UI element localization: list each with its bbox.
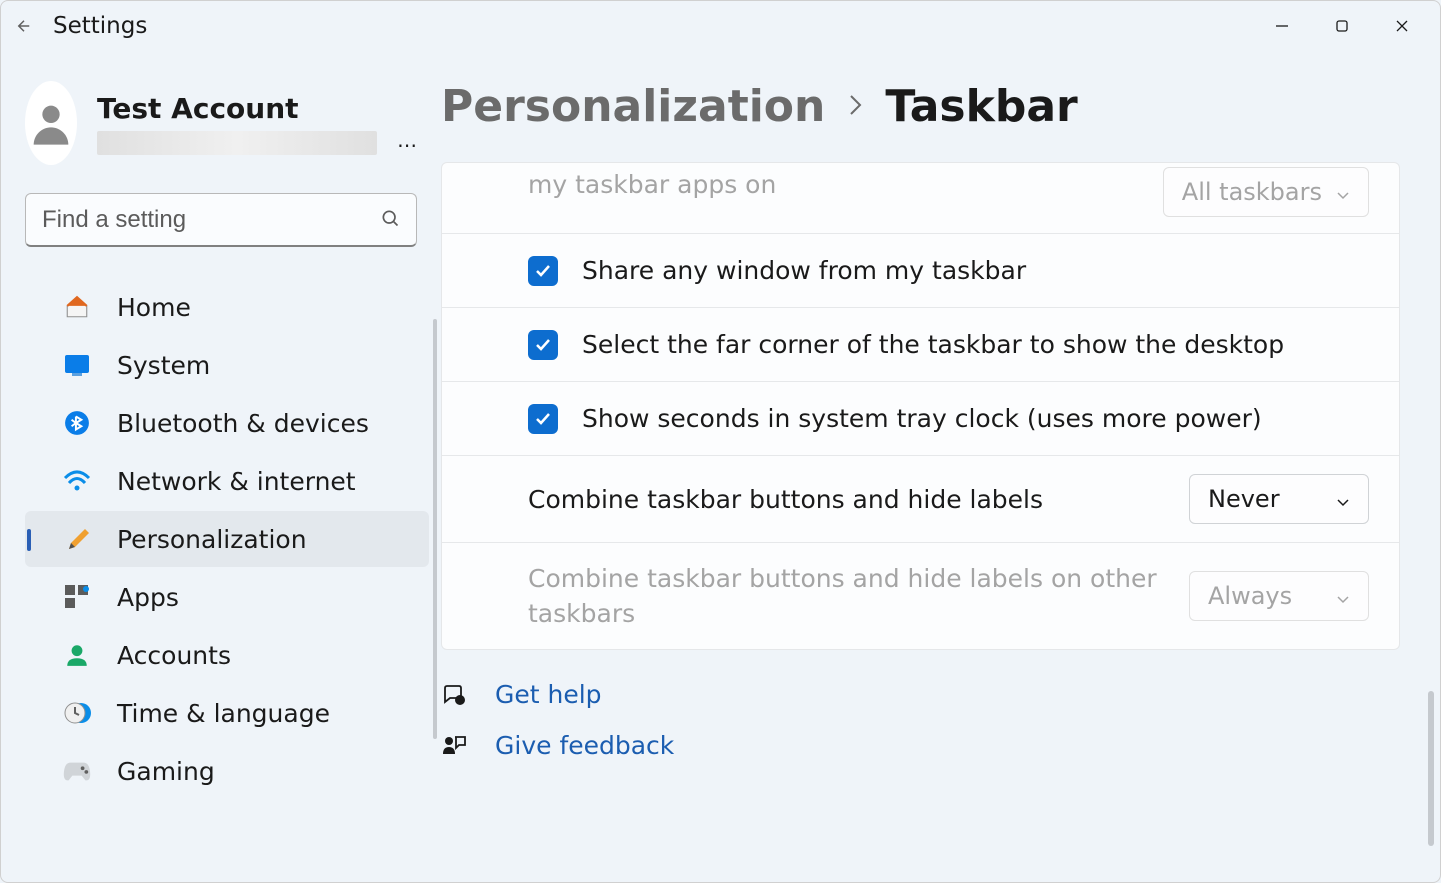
sidebar-item-accounts[interactable]: Accounts [25,627,429,683]
setting-multi-display: my taskbar apps on All taskbars [442,163,1399,233]
setting-show-seconds[interactable]: Show seconds in system tray clock (uses … [442,381,1399,455]
give-feedback-link[interactable]: Give feedback [441,731,1400,760]
close-button[interactable] [1372,6,1432,46]
chevron-down-icon [1336,485,1350,513]
system-icon [63,351,91,379]
personalization-icon [63,525,91,553]
sidebar-item-label: Bluetooth & devices [117,409,369,438]
sidebar-item-label: Personalization [117,525,307,554]
sidebar-item-home[interactable]: Home [25,279,429,335]
back-button[interactable] [9,11,39,41]
nav-list: Home System Bluetooth & devices Network … [1,277,441,882]
settings-card: my taskbar apps on All taskbars Share an… [441,162,1400,650]
sidebar-item-gaming[interactable]: Gaming [25,743,429,799]
sidebar-item-label: Gaming [117,757,215,786]
sidebar-item-label: Accounts [117,641,231,670]
sidebar-item-label: Home [117,293,191,322]
setting-share-window[interactable]: Share any window from my taskbar [442,233,1399,307]
main-content: Personalization Taskbar my taskbar apps … [441,51,1440,882]
sidebar-item-system[interactable]: System [25,337,429,393]
accounts-icon [63,641,91,669]
sidebar-item-label: Time & language [117,699,330,728]
show-seconds-checkbox[interactable] [528,404,558,434]
breadcrumb: Personalization Taskbar [441,81,1400,132]
setting-label: my taskbar apps on [528,167,1143,202]
setting-label: Share any window from my taskbar [582,253,1369,288]
sidebar-item-label: Network & internet [117,467,356,496]
setting-combine-other: Combine taskbar buttons and hide labels … [442,542,1399,649]
share-window-checkbox[interactable] [528,256,558,286]
setting-label: Combine taskbar buttons and hide labels … [528,561,1169,631]
window-controls [1252,6,1432,46]
breadcrumb-current: Taskbar [885,81,1077,132]
sidebar-item-network[interactable]: Network & internet [25,453,429,509]
sidebar-item-apps[interactable]: Apps [25,569,429,625]
setting-far-corner[interactable]: Select the far corner of the taskbar to … [442,307,1399,381]
setting-combine-buttons: Combine taskbar buttons and hide labels … [442,455,1399,542]
sidebar-item-label: System [117,351,210,380]
multi-display-dropdown[interactable]: All taskbars [1163,167,1369,217]
apps-icon [63,583,91,611]
sidebar: Test Account ⋯ Home [1,51,441,882]
feedback-icon [441,734,467,758]
page-scrollbar[interactable] [1428,691,1434,846]
far-corner-checkbox[interactable] [528,330,558,360]
get-help-link[interactable]: ? Get help [441,680,1400,709]
app-title: Settings [53,13,147,39]
wifi-icon [63,467,91,495]
sidebar-scrollbar[interactable] [433,319,437,739]
chevron-down-icon [1336,582,1350,610]
combine-dropdown[interactable]: Never [1189,474,1369,524]
search-input[interactable] [42,206,380,234]
bluetooth-icon [63,409,91,437]
sidebar-item-time-language[interactable]: Time & language [25,685,429,741]
more-button[interactable]: ⋯ [397,133,417,157]
minimize-button[interactable] [1252,6,1312,46]
dropdown-value: Always [1208,582,1292,610]
account-email-placeholder [97,131,377,155]
account-name: Test Account [97,92,377,125]
combine-other-dropdown[interactable]: Always [1189,571,1369,621]
sidebar-item-personalization[interactable]: Personalization [25,511,429,567]
dropdown-value: All taskbars [1182,178,1322,206]
footer-links: ? Get help Give feedback [441,680,1400,760]
sidebar-item-bluetooth[interactable]: Bluetooth & devices [25,395,429,451]
home-icon [63,293,91,321]
footer-link-label: Get help [495,680,602,709]
svg-text:?: ? [458,697,462,705]
sidebar-item-label: Apps [117,583,179,612]
titlebar: Settings [1,1,1440,51]
setting-label: Combine taskbar buttons and hide labels [528,482,1169,517]
setting-label: Select the far corner of the taskbar to … [582,327,1369,362]
setting-label: Show seconds in system tray clock (uses … [582,401,1369,436]
gaming-icon [63,757,91,785]
dropdown-value: Never [1208,485,1280,513]
chevron-right-icon [847,89,863,124]
avatar [25,81,77,165]
clock-icon [63,699,91,727]
footer-link-label: Give feedback [495,731,674,760]
search-icon [380,208,400,232]
search-box[interactable] [25,193,417,247]
breadcrumb-parent[interactable]: Personalization [441,81,825,132]
account-section[interactable]: Test Account ⋯ [1,81,441,181]
chevron-down-icon [1336,178,1350,206]
help-icon: ? [441,683,467,707]
maximize-button[interactable] [1312,6,1372,46]
